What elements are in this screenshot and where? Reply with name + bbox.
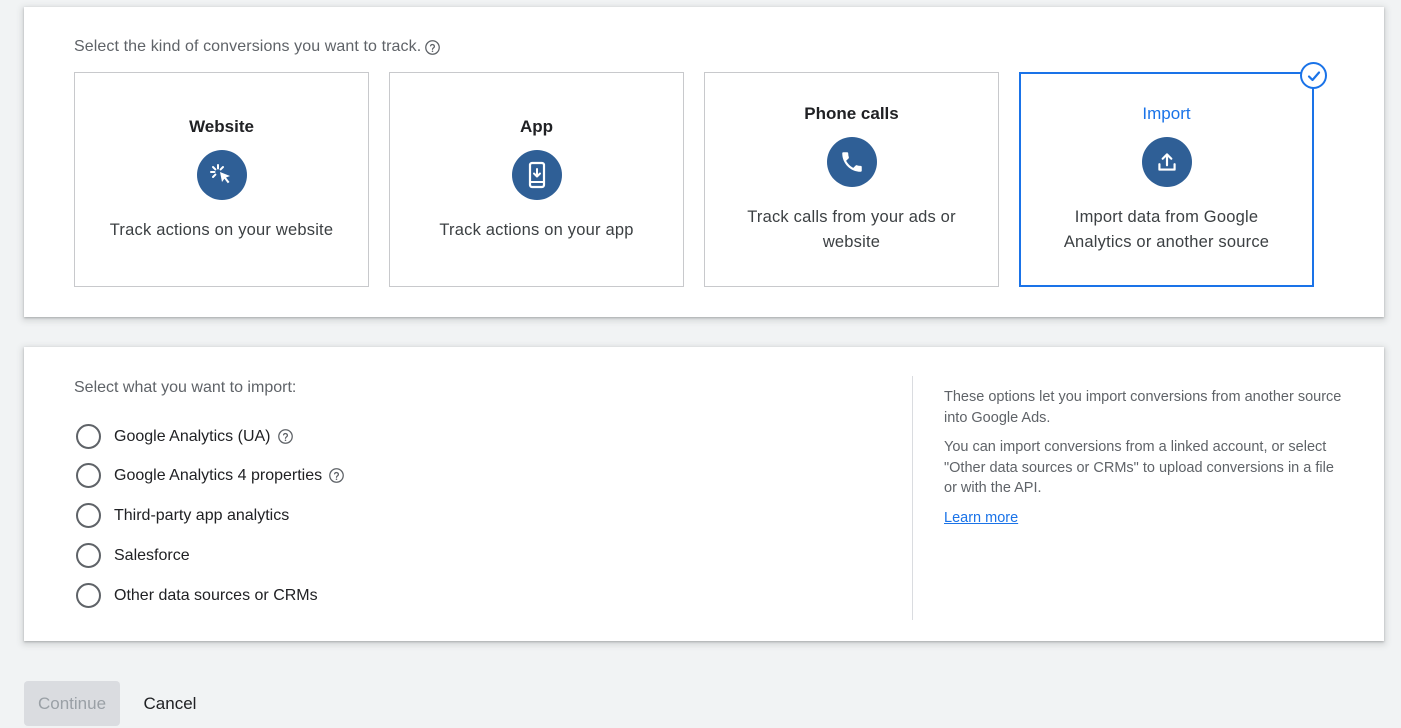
check-circle-icon [1300,62,1327,89]
import-options-title: Select what you want to import: [74,379,297,396]
tile-title: Phone calls [804,104,899,123]
tile-title: App [519,117,554,136]
help-icon[interactable] [328,467,345,484]
radio-option-google-analytics-4[interactable]: Google Analytics 4 properties [76,463,345,488]
vertical-divider [912,376,913,620]
phone-icon [826,137,877,187]
tile-description: Track calls from your ads or website [747,208,956,251]
tile-import[interactable]: Import Import data from Google Analytics… [1019,62,1327,287]
radio-option-salesforce[interactable]: Salesforce [76,543,190,568]
tile-phone-calls[interactable]: Phone calls Track calls from your ads or… [704,72,999,287]
tile-website[interactable]: Website Track actions on your website [74,72,369,287]
radio-button[interactable] [76,503,101,528]
learn-more-link[interactable]: Learn more [944,510,1018,526]
tile-description: Track actions on your app [439,221,634,239]
radio-option-other-data-sources[interactable]: Other data sources or CRMs [76,583,318,608]
radio-button[interactable] [76,543,101,568]
conversion-kind-title: Select the kind of conversions you want … [74,38,422,55]
radio-label: Salesforce [114,546,190,564]
tile-description: Track actions on your website [109,221,334,239]
tile-title: Import [1142,104,1191,123]
tile-description: Import data from Google Analytics or ano… [1063,208,1270,251]
upload-icon [1141,137,1192,187]
phone-download-icon [511,150,562,200]
continue-button[interactable]: Continue [24,681,120,726]
cancel-button[interactable]: Cancel [130,681,210,726]
import-options-card: Select what you want to import: Google A… [24,347,1384,641]
tile-title: Website [189,117,254,136]
info-paragraph: You can import conversions from a linked… [944,439,1334,496]
conversion-kind-heading: Select the kind of conversions you want … [74,38,441,56]
radio-button[interactable] [76,583,101,608]
radio-option-google-analytics-ua[interactable]: Google Analytics (UA) [76,424,294,449]
info-paragraph: These options let you import conversions… [944,389,1342,426]
radio-button[interactable] [76,463,101,488]
radio-label: Google Analytics (UA) [114,427,271,445]
radio-button[interactable] [76,424,101,449]
radio-label: Third-party app analytics [114,506,290,524]
conversion-kind-card: Select the kind of conversions you want … [24,7,1384,317]
import-info-panel: These options let you import conversions… [944,387,1344,528]
radio-option-third-party-app-analytics[interactable]: Third-party app analytics [76,503,289,528]
help-icon[interactable] [277,428,294,445]
help-icon[interactable] [424,39,441,56]
radio-label: Other data sources or CRMs [114,586,318,604]
cursor-click-icon [196,150,247,200]
tile-app[interactable]: App Track actions on your app [389,72,684,287]
radio-label: Google Analytics 4 properties [114,466,323,484]
